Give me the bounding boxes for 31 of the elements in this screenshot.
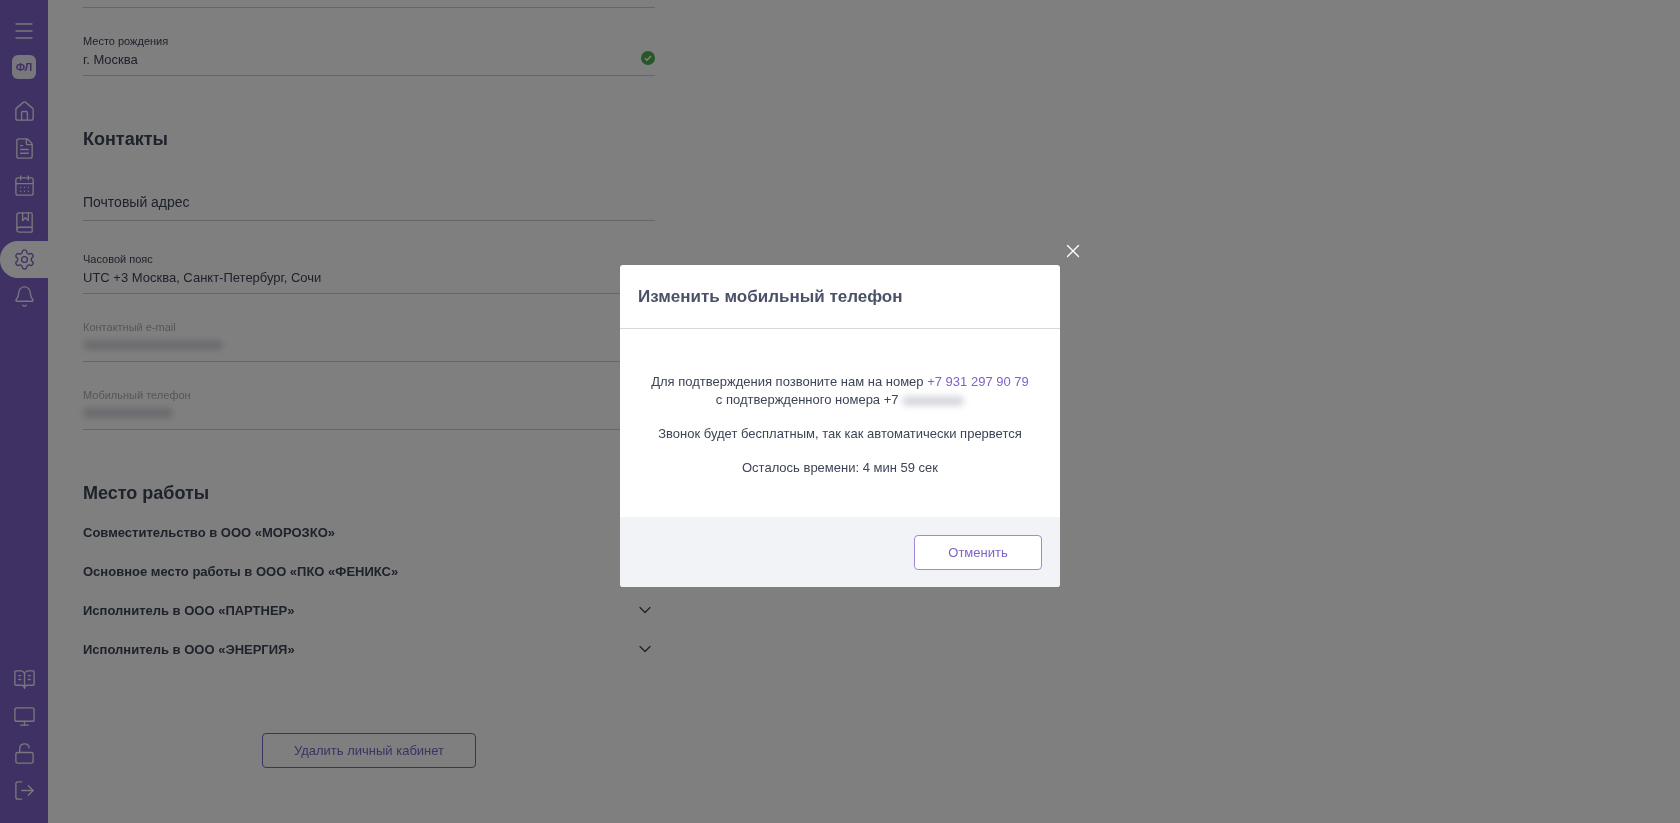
field-label: Часовой пояс — [83, 252, 153, 266]
field-value: г. Москва — [83, 51, 138, 69]
bell-icon — [12, 285, 36, 308]
modal-title: Изменить мобильный телефон — [638, 286, 903, 307]
section-heading: Контакты — [83, 128, 169, 150]
phone-link[interactable]: +7 931 297 90 79 — [927, 374, 1029, 389]
timer-text: Осталось времени: 4 мин 59 сек — [742, 459, 938, 477]
workplace-label: Совместительство в ООО «МОРОЗКО» — [83, 524, 335, 540]
workplace-label: Исполнитель в ООО «ЭНЕРГИЯ» — [83, 641, 295, 657]
cancel-button[interactable]: Отменить — [914, 534, 1042, 570]
field-value: UTC +3 Москва, Санкт-Петербург, Сочи — [83, 269, 322, 287]
instruction-text: Для подтверждения позвоните нам на номер +7 931 297 90 79 с подтвержденного номера +7 — [651, 373, 1029, 409]
input-field[interactable]: Почтовый адрес — [83, 192, 655, 221]
field-label: Место рождения — [83, 34, 169, 48]
logout-icon — [12, 779, 36, 802]
workplace-label: Исполнитель в ООО «ПАРТНЕР» — [83, 602, 295, 618]
settings-icon — [12, 248, 36, 271]
workplace-item[interactable]: Исполнитель в ООО «ЭНЕРГИЯ» — [83, 639, 655, 659]
workplace-item[interactable]: Исполнитель в ООО «ПАРТНЕР» — [83, 600, 655, 620]
home-icon — [12, 100, 36, 123]
open-book-icon — [12, 668, 36, 691]
note-text: Звонок будет бесплатным, так как автоматически прервется — [658, 425, 1022, 443]
section-heading: Место работы — [83, 482, 211, 504]
calendar-icon — [12, 174, 36, 197]
delete-account-button[interactable]: Удалить личный кабинет — [262, 733, 476, 768]
blurred-number — [902, 396, 965, 407]
account-badge: ФЛ — [12, 55, 36, 79]
monitor-icon — [12, 705, 36, 728]
workplace-label: Основное место работы в ООО «ПКО «ФЕНИКС» — [83, 563, 399, 579]
unlocked-padlock-icon — [12, 742, 36, 765]
sidebar-item[interactable] — [0, 241, 48, 278]
